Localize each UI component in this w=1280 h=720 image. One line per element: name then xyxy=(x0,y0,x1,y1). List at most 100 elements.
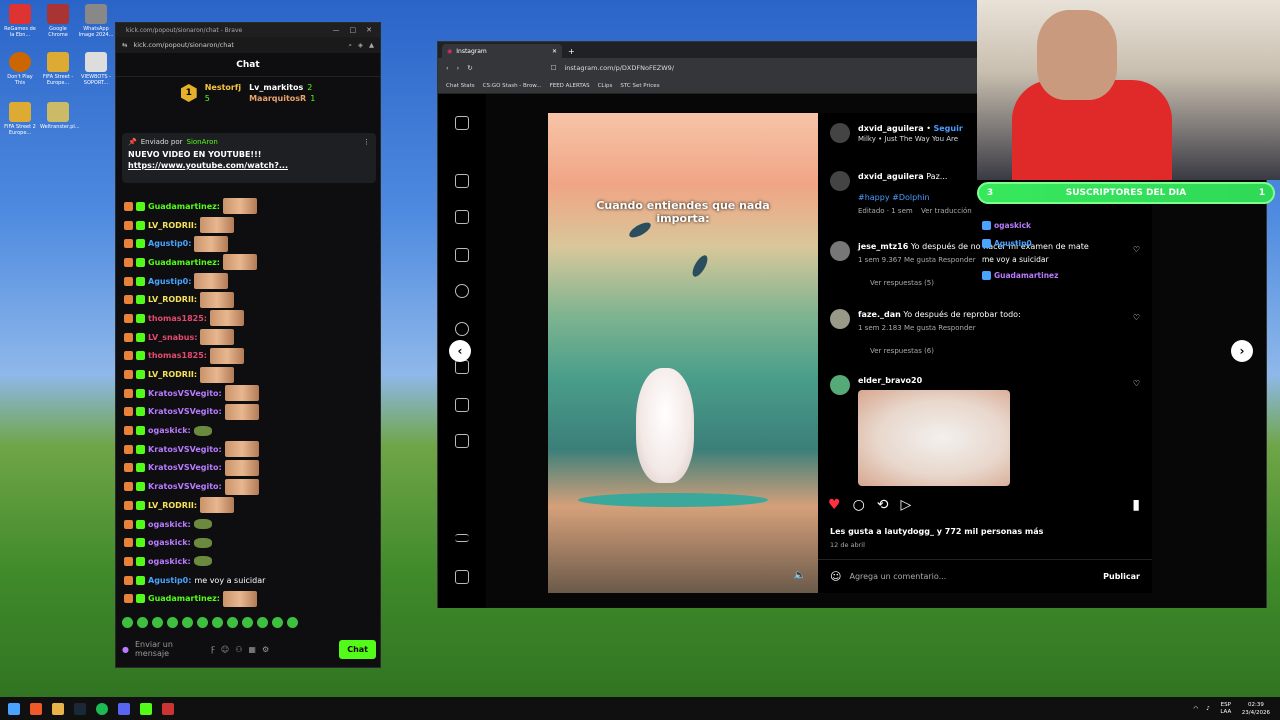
desktop-icon-4[interactable]: Don't Play This xyxy=(2,52,38,86)
chat-username[interactable]: thomas1825: xyxy=(148,314,207,323)
chat-username[interactable]: Guadamartinez: xyxy=(148,594,220,603)
desktop-icon-6[interactable]: VIEWBOTS - SOPORT... xyxy=(78,52,114,86)
hashtags[interactable]: #happy #Dolphin xyxy=(858,192,972,203)
emote-icon[interactable] xyxy=(122,617,133,628)
avatar[interactable] xyxy=(830,123,850,143)
store-icon[interactable]: ▦ xyxy=(248,645,256,654)
chat-username[interactable]: Agustip0: xyxy=(148,277,191,286)
chat-username[interactable]: ogaskick: xyxy=(148,520,191,529)
create-icon[interactable] xyxy=(455,398,469,412)
bookmark-item[interactable]: Chat Stats xyxy=(446,83,475,89)
steam-icon[interactable] xyxy=(74,702,86,715)
rewards-icon[interactable]: ▲ xyxy=(369,41,374,50)
desktop-icon-8[interactable]: Weltranster.pl... xyxy=(40,102,80,130)
desktop-icon-2[interactable]: Google Chrome xyxy=(40,4,76,38)
home-icon[interactable] xyxy=(455,174,469,188)
chat-username[interactable]: ogaskick: xyxy=(148,538,191,547)
chat-username[interactable]: ogaskick: xyxy=(148,557,191,566)
publish-button[interactable]: Publicar xyxy=(1103,572,1140,581)
minimize-icon[interactable]: — xyxy=(333,26,340,34)
instagram-logo-icon[interactable] xyxy=(455,116,469,130)
emote-icon[interactable] xyxy=(137,617,148,628)
translate-link[interactable]: Ver traducción xyxy=(921,207,972,215)
pinned-author[interactable]: SionAron xyxy=(187,138,218,146)
comment-input[interactable]: Agrega un comentario... xyxy=(849,572,946,581)
quick-emotes[interactable] xyxy=(122,617,298,628)
back-icon[interactable]: ‹ xyxy=(446,64,449,72)
emoji-icon[interactable]: ☺ xyxy=(221,645,229,654)
kick-icon[interactable] xyxy=(140,702,152,715)
chat-username[interactable]: LV_RODRII: xyxy=(148,295,197,304)
desktop-icon-5[interactable]: FIFA Street - Europe... xyxy=(40,52,76,86)
follow-button[interactable]: Seguir xyxy=(933,124,962,133)
desktop-icon-1[interactable]: ReGames de la Ebn... xyxy=(2,4,38,38)
like-comment-icon[interactable]: ♡ xyxy=(1133,313,1140,322)
chat-username[interactable]: Guadamartinez: xyxy=(148,258,220,267)
chat-username[interactable]: LV_RODRII: xyxy=(148,221,197,230)
like-comment-icon[interactable]: ♡ xyxy=(1133,379,1140,388)
view-replies[interactable]: Ver respuestas (6) xyxy=(870,346,1021,357)
desktop-icon-3[interactable]: WhatsApp Image 2024... xyxy=(78,4,114,38)
send-chat-button[interactable]: Chat xyxy=(339,639,376,659)
spotify-icon[interactable] xyxy=(96,702,108,715)
leader-2-name[interactable]: Lv_markitos xyxy=(249,83,303,92)
avatar[interactable] xyxy=(830,241,850,261)
next-post-button[interactable]: › xyxy=(1231,340,1253,362)
emoji-icon[interactable]: ☺ xyxy=(830,570,841,583)
emote-icon[interactable] xyxy=(212,617,223,628)
start-icon[interactable] xyxy=(8,702,20,715)
chat-username[interactable]: KratosVSVegito: xyxy=(148,445,222,454)
language-indicator[interactable]: ESP LAA xyxy=(1218,702,1234,716)
messages-icon[interactable] xyxy=(455,248,469,262)
bookmark-item[interactable]: FEED ALERTAS xyxy=(550,83,590,89)
zoom-icon[interactable]: ⌕ xyxy=(348,41,352,50)
chat-username[interactable]: KratosVSVegito: xyxy=(148,389,222,398)
audio-icon[interactable]: 🔈 xyxy=(794,570,806,581)
comment-icon[interactable]: ○ xyxy=(853,497,865,513)
translate-icon[interactable]: Ꝼ xyxy=(211,644,215,655)
emote-icon[interactable] xyxy=(272,617,283,628)
chat-username[interactable]: Agustip0: xyxy=(148,576,191,585)
chat-url[interactable]: kick.com/popout/sionaron/chat xyxy=(133,41,233,49)
emote-icon[interactable] xyxy=(197,617,208,628)
settings-icon[interactable]: ⇆ xyxy=(122,41,127,49)
bookmark-icon[interactable]: ☐ xyxy=(551,64,557,72)
gear-icon[interactable]: ⚙ xyxy=(262,645,269,654)
share-icon[interactable]: ▷ xyxy=(901,497,912,513)
mic-icon[interactable]: ● xyxy=(122,645,129,654)
like-icon[interactable]: ♥ xyxy=(828,497,841,513)
emote-icon[interactable] xyxy=(167,617,178,628)
author-name[interactable]: dxvid_aguilera xyxy=(858,124,924,133)
avatar[interactable] xyxy=(830,375,850,395)
chat-username[interactable]: KratosVSVegito: xyxy=(148,463,222,472)
avatar[interactable] xyxy=(830,309,850,329)
leader-1-name[interactable]: Nestorfj xyxy=(205,83,241,92)
prev-post-button[interactable]: ‹ xyxy=(449,340,471,362)
notifications-icon[interactable] xyxy=(455,360,469,374)
wifi-icon[interactable]: ◠ xyxy=(1193,706,1198,712)
emote-icon[interactable] xyxy=(152,617,163,628)
post-media[interactable]: Cuando entiendes que nada importa: 🔈 xyxy=(548,113,818,593)
bookmark-item[interactable]: CS:GO Stash - Brow... xyxy=(483,83,542,89)
tab-instagram[interactable]: ◉ Instagram ✕ xyxy=(442,44,562,58)
comment-image[interactable] xyxy=(858,390,1010,486)
emote-icon[interactable] xyxy=(257,617,268,628)
chat-username[interactable]: KratosVSVegito: xyxy=(148,407,222,416)
chat-username[interactable]: Guadamartinez: xyxy=(148,202,220,211)
emote-icon[interactable] xyxy=(287,617,298,628)
brave-shield-icon[interactable]: ◈ xyxy=(358,41,363,50)
close-tab-icon[interactable]: ✕ xyxy=(552,48,557,55)
dashboard-icon[interactable] xyxy=(455,434,469,448)
volume-icon[interactable]: ♪ xyxy=(1206,706,1210,712)
forward-icon[interactable]: › xyxy=(457,64,460,72)
chat-username[interactable]: ogaskick: xyxy=(148,426,191,435)
chat-urlbar[interactable]: ⇆ kick.com/popout/sionaron/chat ⌕ ◈ ▲ xyxy=(116,37,380,53)
chat-input[interactable]: Enviar un mensaje xyxy=(135,640,205,658)
address-bar[interactable]: instagram.com/p/DXDFNoFEZW9/ xyxy=(565,64,675,72)
chat-username[interactable]: LV_snabus: xyxy=(148,333,197,342)
chat-username[interactable]: Agustip0: xyxy=(148,239,191,248)
discord-icon[interactable] xyxy=(118,702,130,715)
search-icon[interactable] xyxy=(455,284,469,298)
app-icon[interactable] xyxy=(162,702,174,715)
emote-icon[interactable] xyxy=(227,617,238,628)
